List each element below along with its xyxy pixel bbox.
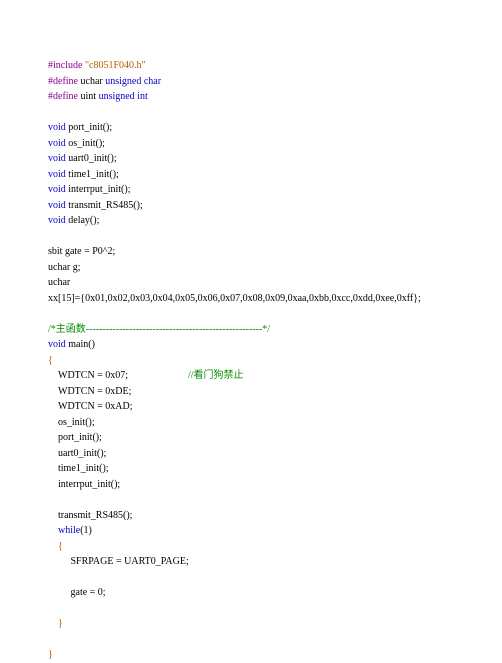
- define-uint: #define: [48, 91, 78, 102]
- code-page: #include "c8051F040.h" #define uchar uns…: [0, 0, 502, 649]
- include-file: "c8051F040.h": [85, 60, 146, 71]
- kw-void: void: [48, 184, 66, 195]
- kw-void: void: [48, 169, 66, 180]
- define-uchar-type: unsigned char: [105, 76, 161, 87]
- define-uchar: #define: [48, 76, 78, 87]
- sbit-line: sbit gate = P0^2;: [48, 246, 115, 257]
- uchar-g: uchar g;: [48, 262, 81, 273]
- comment-main: /*主函数-----------------------------------…: [48, 324, 270, 335]
- body-transmit: transmit_RS485();: [48, 510, 132, 521]
- include-directive: #include: [48, 60, 82, 71]
- kw-void: void: [48, 153, 66, 164]
- while-cond: (1): [80, 525, 92, 536]
- body-time1-init: time1_init();: [48, 463, 109, 474]
- decl-os-init: os_init();: [66, 138, 105, 149]
- main-decl: main(): [66, 339, 95, 350]
- kw-void: void: [48, 200, 66, 211]
- kw-while: while: [58, 525, 80, 536]
- xx-array: xx[15]={0x01,0x02,0x03,0x04,0x05,0x06,0x…: [48, 293, 421, 304]
- body-wdtcn-07: WDTCN = 0x07;: [48, 370, 188, 381]
- body-wdtcn-de: WDTCN = 0xDE;: [48, 386, 131, 397]
- decl-delay: delay();: [66, 215, 100, 226]
- body-uart0-init: uart0_init();: [48, 448, 106, 459]
- uchar-only: uchar: [48, 277, 70, 288]
- define-uint-name: uint: [78, 91, 99, 102]
- brace-open-1: {: [48, 355, 53, 366]
- body-interrput-init: interrput_init();: [48, 479, 120, 490]
- brace-close-2: }: [48, 618, 63, 629]
- define-uchar-name: uchar: [78, 76, 105, 87]
- body-os-init: os_init();: [48, 417, 95, 428]
- kw-void-main: void: [48, 339, 66, 350]
- body-wdtcn-ad: WDTCN = 0xAD;: [48, 401, 133, 412]
- brace-close-1: }: [48, 649, 53, 660]
- body-sfrpage: SFRPAGE = UART0_PAGE;: [48, 556, 189, 567]
- kw-void: void: [48, 138, 66, 149]
- comment-wdt: //看门狗禁止: [188, 370, 244, 381]
- body-port-init: port_init();: [48, 432, 102, 443]
- decl-time1-init: time1_init();: [66, 169, 119, 180]
- body-gate: gate = 0;: [48, 587, 106, 598]
- decl-interrput-init: interrput_init();: [66, 184, 131, 195]
- kw-void: void: [48, 215, 66, 226]
- decl-uart0-init: uart0_init();: [66, 153, 117, 164]
- brace-open-2: {: [48, 541, 63, 552]
- decl-port-init: port_init();: [66, 122, 112, 133]
- while-indent: [48, 525, 58, 536]
- kw-void: void: [48, 122, 66, 133]
- define-uint-type: unsigned int: [99, 91, 148, 102]
- code-block: #include "c8051F040.h" #define uchar uns…: [48, 58, 454, 663]
- decl-transmit: transmit_RS485();: [66, 200, 143, 211]
